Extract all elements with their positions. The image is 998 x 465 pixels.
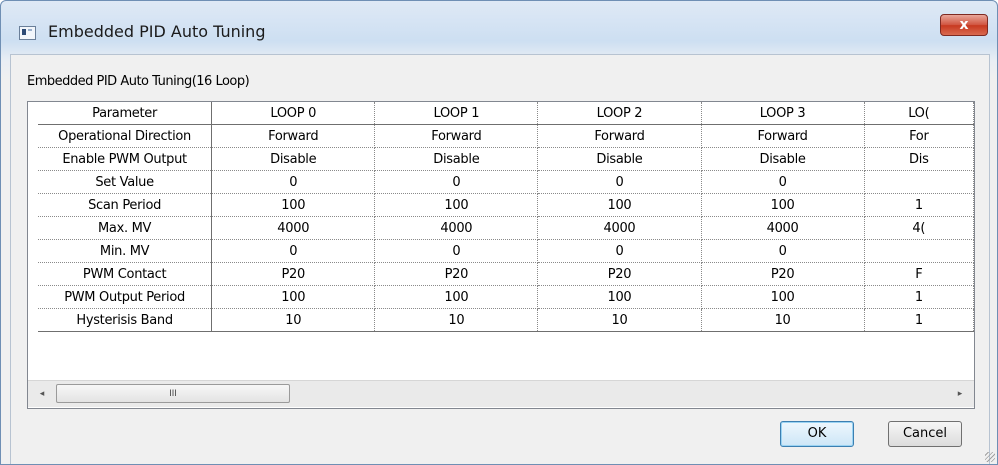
value-cell[interactable]: 0 — [701, 239, 865, 263]
resize-grip-icon[interactable] — [985, 452, 995, 462]
table-row: Operational Direction Forward Forward Forwa… — [38, 124, 974, 148]
value-cell[interactable]: 0 — [537, 239, 702, 263]
value-cell[interactable]: Disable — [211, 147, 376, 171]
value-cell[interactable]: P20 — [537, 262, 702, 286]
value-cell[interactable]: 4000 — [537, 216, 702, 240]
value-cell[interactable]: 100 — [374, 285, 539, 309]
value-cell[interactable]: Disable — [701, 147, 865, 171]
table-row: PWM Output Period 100 100 100 100 1 — [38, 285, 974, 309]
parameter-name-cell: Hysterisis Band — [38, 308, 213, 332]
group-label: Embedded PID Auto Tuning(16 Loop) — [27, 74, 250, 89]
parameter-name-cell: Operational Direction — [38, 124, 213, 148]
column-header: Parameter — [38, 102, 213, 125]
parameter-name-cell: Max. MV — [38, 216, 213, 240]
value-cell[interactable]: 10 — [701, 308, 865, 332]
parameter-name-cell: Scan Period — [38, 193, 213, 217]
value-cell[interactable]: 10 — [211, 308, 376, 332]
value-cell[interactable]: Forward — [374, 124, 539, 148]
value-cell[interactable]: 1 — [864, 285, 974, 309]
title-bar[interactable]: Embedded PID Auto Tuning x — [1, 1, 997, 53]
table-row: Enable PWM Output Disable Disable Disable Di… — [38, 147, 974, 171]
value-cell[interactable]: Forward — [537, 124, 702, 148]
table-row: Scan Period 100 100 100 100 1 — [38, 193, 974, 217]
column-header: LOOP 1 — [374, 102, 539, 125]
parameter-table: Parameter LOOP 0 LOOP 1 LOOP 2 LOOP 3 LO(Oper… — [38, 102, 974, 332]
value-cell[interactable]: P20 — [374, 262, 539, 286]
table-row: Hysterisis Band 10 10 10 10 1 — [38, 308, 974, 332]
scrollbar-thumb[interactable]: III — [56, 384, 290, 403]
value-cell[interactable]: 0 — [701, 170, 865, 194]
value-cell[interactable]: Disable — [537, 147, 702, 171]
value-cell[interactable]: 100 — [537, 285, 702, 309]
value-cell[interactable]: 1 — [864, 193, 974, 217]
table-row: PWM Contact P20 P20 P20 P20 F — [38, 262, 974, 286]
value-cell[interactable]: 100 — [701, 285, 865, 309]
value-cell[interactable]: Disable — [374, 147, 539, 171]
parameter-name-cell: PWM Contact — [38, 262, 213, 286]
value-cell[interactable]: 0 — [537, 170, 702, 194]
value-cell[interactable]: 4000 — [211, 216, 376, 240]
column-header: LOOP 2 — [537, 102, 702, 125]
column-header: LO( — [864, 102, 974, 125]
parameter-name-cell: Min. MV — [38, 239, 213, 263]
cancel-button[interactable]: Cancel — [888, 421, 962, 447]
window-title: Embedded PID Auto Tuning — [48, 22, 266, 41]
value-cell[interactable] — [864, 170, 974, 194]
value-cell[interactable]: 0 — [374, 170, 539, 194]
value-cell[interactable]: 100 — [537, 193, 702, 217]
parameter-name-cell: Enable PWM Output — [38, 147, 213, 171]
value-cell[interactable]: Forward — [211, 124, 376, 148]
table-header-row: Parameter LOOP 0 LOOP 1 LOOP 2 LOOP 3 LO( — [38, 102, 974, 125]
horizontal-scrollbar[interactable]: ◂ III ▸ — [28, 380, 974, 407]
value-cell[interactable]: 100 — [701, 193, 865, 217]
value-cell[interactable]: 100 — [211, 285, 376, 309]
parameter-grid: Parameter LOOP 0 LOOP 1 LOOP 2 LOOP 3 LO(Oper… — [27, 101, 975, 409]
value-cell[interactable]: Dis — [864, 147, 974, 171]
value-cell[interactable]: 10 — [537, 308, 702, 332]
value-cell[interactable]: 100 — [211, 193, 376, 217]
close-button[interactable]: x — [940, 14, 988, 36]
scroll-right-icon[interactable]: ▸ — [952, 383, 968, 403]
value-cell[interactable]: 0 — [211, 239, 376, 263]
app-icon — [19, 26, 36, 40]
column-header: LOOP 3 — [701, 102, 865, 125]
dialog-window: Embedded PID Auto Tuning x Embedded PID … — [0, 0, 998, 465]
parameter-name-cell: Set Value — [38, 170, 213, 194]
value-cell[interactable]: 4( — [864, 216, 974, 240]
value-cell[interactable]: F — [864, 262, 974, 286]
value-cell[interactable]: P20 — [211, 262, 376, 286]
table-row: Max. MV 4000 4000 4000 4000 4( — [38, 216, 974, 240]
column-header: LOOP 0 — [211, 102, 376, 125]
value-cell[interactable]: 100 — [374, 193, 539, 217]
value-cell[interactable]: 4000 — [701, 216, 865, 240]
value-cell[interactable]: 1 — [864, 308, 974, 332]
value-cell[interactable]: 0 — [211, 170, 376, 194]
value-cell[interactable]: For — [864, 124, 974, 148]
table-row: Set Value 0 0 0 0 — [38, 170, 974, 194]
parameter-name-cell: PWM Output Period — [38, 285, 213, 309]
ok-button[interactable]: OK — [780, 421, 854, 447]
value-cell[interactable] — [864, 239, 974, 263]
value-cell[interactable]: 4000 — [374, 216, 539, 240]
value-cell[interactable]: P20 — [701, 262, 865, 286]
table-row: Min. MV 0 0 0 0 — [38, 239, 974, 263]
value-cell[interactable]: 0 — [374, 239, 539, 263]
value-cell[interactable]: 10 — [374, 308, 539, 332]
value-cell[interactable]: Forward — [701, 124, 865, 148]
scroll-left-icon[interactable]: ◂ — [34, 383, 50, 403]
